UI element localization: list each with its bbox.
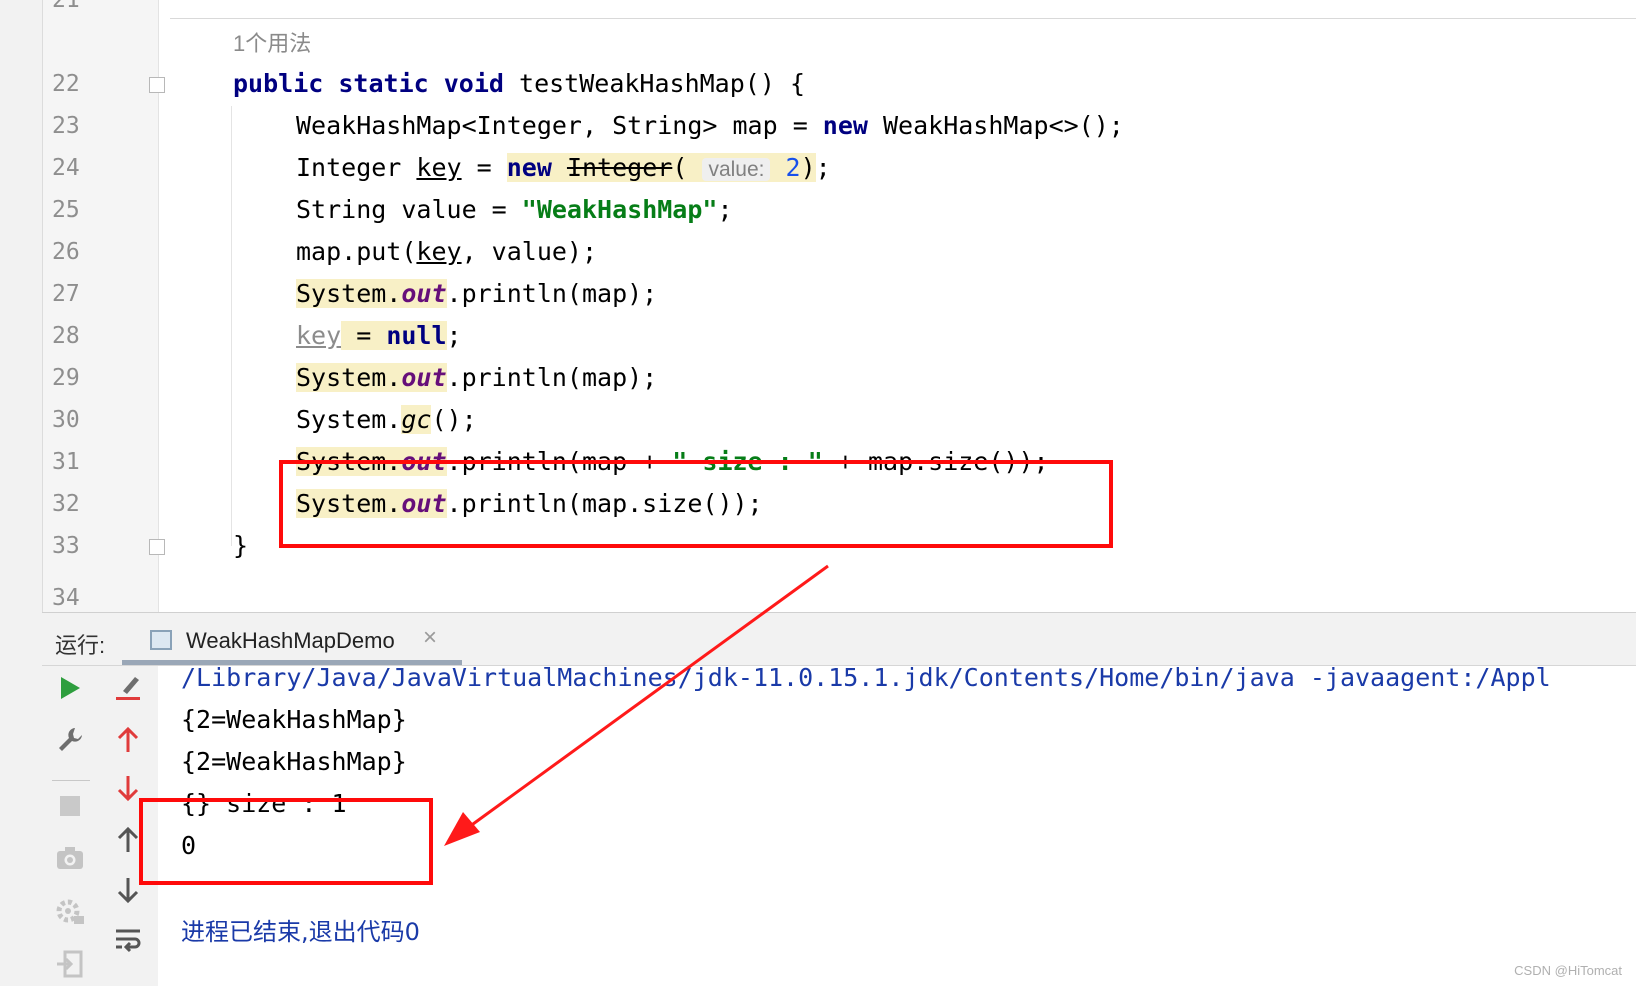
code-text: System. [296,363,402,392]
parameter-hint: value: [702,158,771,181]
static-field: out [401,279,447,308]
soft-wrap-icon[interactable] [110,922,146,958]
console-tab-icon [150,630,172,650]
process-exit-message: 进程已结束,退出代码0 [181,918,420,946]
indent-guide [231,106,232,546]
line-number: 28 [52,323,80,349]
static-method: gc [401,405,432,434]
console-line: {2=WeakHashMap} [181,705,407,734]
line-number: 25 [52,197,80,223]
run-toolbar-primary [42,666,99,986]
line-number: 33 [52,533,80,559]
code-line-22[interactable]: public static void testWeakHashMap() { [233,62,805,106]
toolbar-separator [52,780,90,781]
run-icon[interactable] [52,670,88,706]
code-text: .println(map); [446,279,658,308]
run-label: 运行: [55,633,106,658]
code-text: testWeakHashMap() { [503,69,805,98]
code-text: System. [296,279,402,308]
code-text: ; [717,195,733,224]
static-field: out [401,363,447,392]
keyword: static [338,69,429,98]
line-number: 23 [52,113,80,139]
fold-close-icon[interactable] [149,539,165,555]
keyword: new [506,153,552,182]
code-line-29[interactable]: System.out.println(map); [296,356,657,400]
line-number: 26 [52,239,80,265]
usage-hint[interactable]: 1个用法 [233,26,311,58]
highlight-box-output [139,798,433,885]
console-line: /Library/Java/JavaVirtualMachines/jdk-11… [181,663,1551,692]
line-number: 22 [52,71,80,97]
code-text: = [461,153,507,182]
highlight-box-code [279,460,1113,548]
code-text: map.put( [296,237,417,266]
code-text: Integer [296,153,417,182]
tab-title[interactable]: WeakHashMapDemo [186,628,395,654]
code-text: String value = [296,195,522,224]
exit-icon[interactable] [52,946,88,982]
watermark: CSDN @HiTomcat [1514,963,1622,978]
clear-icon[interactable] [110,670,146,706]
code-line-25[interactable]: String value = "WeakHashMap"; [296,188,733,232]
stop-icon[interactable] [52,788,88,824]
keyword: null [386,321,447,350]
code-text: ( [672,153,688,182]
line-number: 21 [52,0,80,13]
wrench-icon[interactable] [52,722,88,758]
settings-icon[interactable] [52,893,88,929]
code-line-30[interactable]: System.gc(); [296,398,477,442]
code-text: WeakHashMap<Integer, String> map = [296,111,823,140]
method-separator [170,18,1636,19]
code-text: System. [296,405,402,434]
line-number: 24 [52,155,80,181]
code-text: WeakHashMap<>(); [867,111,1124,140]
line-number: 29 [52,365,80,391]
code-line-28[interactable]: key = null; [296,314,462,358]
deprecated-constructor: Integer [566,153,673,182]
code-text: ; [446,321,462,350]
line-number: 32 [52,491,80,517]
left-tool-strip [0,0,43,986]
string-literal: "WeakHashMap" [521,195,718,224]
code-text: ) [800,153,816,182]
camera-icon[interactable] [52,840,88,876]
number-literal: 2 [785,153,801,182]
line-number: 34 [52,585,80,606]
code-text: ; [815,153,831,182]
code-line-27[interactable]: System.out.println(map); [296,272,657,316]
tab-close-icon[interactable]: × [423,624,437,652]
code-text: = [341,321,387,350]
code-line-23[interactable]: WeakHashMap<Integer, String> map = new W… [296,104,1124,148]
line-number: 27 [52,281,80,307]
up-red-icon[interactable] [110,722,146,758]
variable-key: key [416,237,462,266]
console-line: {2=WeakHashMap} [181,747,407,776]
fold-open-icon[interactable] [149,77,165,93]
line-number: 31 [52,449,80,475]
variable-key: key [296,321,342,350]
code-line-26[interactable]: map.put(key, value); [296,230,597,274]
variable-key: key [416,153,462,182]
code-line-24[interactable]: Integer key = new Integer( value: 2); [296,146,831,190]
code-text: .println(map); [446,363,658,392]
code-text: (); [431,405,477,434]
line-number: 30 [52,407,80,433]
keyword: public [233,69,324,98]
code-line-33[interactable]: } [233,524,248,568]
keyword: void [443,69,504,98]
keyword: new [822,111,868,140]
code-text: , value); [461,237,598,266]
